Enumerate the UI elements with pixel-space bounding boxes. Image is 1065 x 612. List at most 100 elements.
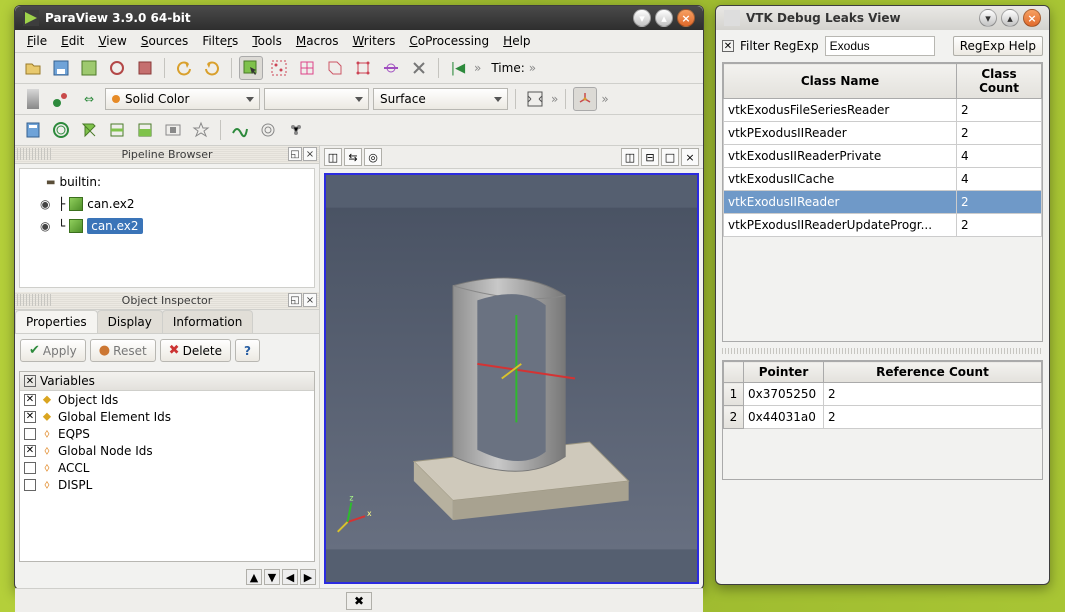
- view-options-button[interactable]: ◫: [324, 148, 342, 166]
- visibility-icon[interactable]: ◉: [40, 197, 54, 211]
- maximize-button[interactable]: ▴: [1001, 9, 1019, 27]
- variable-row[interactable]: ✕⬥Global Element Ids: [20, 408, 314, 425]
- builtin-node[interactable]: builtin:: [59, 175, 101, 189]
- select-mode-button[interactable]: [239, 56, 263, 80]
- split-v-button[interactable]: ⊟: [641, 148, 659, 166]
- var-checkbox[interactable]: [24, 462, 36, 474]
- variable-row[interactable]: ✕⬥Object Ids: [20, 391, 314, 408]
- scroll-up-button[interactable]: ▲: [246, 569, 262, 585]
- group-button[interactable]: [284, 118, 308, 142]
- select-block-button[interactable]: [351, 56, 375, 80]
- col-class-name[interactable]: Class Name: [724, 64, 957, 99]
- dock-close-icon[interactable]: ×: [303, 293, 317, 307]
- extract-button[interactable]: [161, 118, 185, 142]
- maximize-view-button[interactable]: □: [661, 148, 679, 166]
- class-row[interactable]: vtkPExodusIIReaderUpdateProgr...2: [724, 214, 1042, 237]
- component-combo[interactable]: [264, 88, 369, 110]
- class-row[interactable]: vtkExodusIIReader2: [724, 191, 1042, 214]
- variables-check-all[interactable]: ✕: [24, 375, 36, 387]
- first-frame-button[interactable]: |◀: [446, 56, 470, 80]
- dock-close-icon[interactable]: ×: [303, 147, 317, 161]
- object-inspector-header[interactable]: Object Inspector ◱×: [15, 292, 319, 310]
- dock-restore-icon[interactable]: ◱: [288, 147, 302, 161]
- regexp-help-button[interactable]: RegExp Help: [953, 36, 1043, 56]
- edit-color-button[interactable]: [49, 87, 73, 111]
- stream-button[interactable]: [228, 118, 252, 142]
- pipeline-item[interactable]: can.ex2: [87, 197, 134, 211]
- pointer-row[interactable]: 20x44031a02: [724, 406, 1042, 429]
- menu-help[interactable]: Help: [497, 32, 536, 50]
- pipeline-browser[interactable]: ▬builtin: ◉├can.ex2 ◉└can.ex2: [19, 168, 315, 288]
- col-pointer[interactable]: Pointer: [744, 362, 824, 383]
- view-camera-button[interactable]: ◎: [364, 148, 382, 166]
- save-button[interactable]: [49, 56, 73, 80]
- maximize-button[interactable]: ▴: [655, 9, 673, 27]
- close-view-button[interactable]: ×: [681, 148, 699, 166]
- colormap-button[interactable]: [21, 87, 45, 111]
- glyph-button[interactable]: [189, 118, 213, 142]
- reset-camera-button[interactable]: [523, 87, 547, 111]
- open-button[interactable]: [21, 56, 45, 80]
- menu-tools[interactable]: Tools: [246, 32, 288, 50]
- slice-button[interactable]: [105, 118, 129, 142]
- scroll-down-button[interactable]: ▼: [264, 569, 280, 585]
- variable-row[interactable]: ⬨DISPL: [20, 476, 314, 493]
- close-button[interactable]: ×: [677, 9, 695, 27]
- var-checkbox[interactable]: ✕: [24, 394, 36, 406]
- representation-combo[interactable]: Surface: [373, 88, 508, 110]
- pointers-table[interactable]: Pointer Reference Count 10x3705250220x44…: [722, 360, 1043, 480]
- scroll-right-button[interactable]: ▶: [300, 569, 316, 585]
- col-class-count[interactable]: Class Count: [957, 64, 1042, 99]
- disconnect-button[interactable]: [133, 56, 157, 80]
- render-view[interactable]: x z: [324, 173, 699, 584]
- menu-writers[interactable]: Writers: [346, 32, 401, 50]
- menu-edit[interactable]: Edit: [55, 32, 90, 50]
- pipeline-browser-header[interactable]: Pipeline Browser ◱×: [15, 146, 319, 164]
- menu-filters[interactable]: Filters: [196, 32, 244, 50]
- tab-display[interactable]: Display: [97, 310, 163, 333]
- close-button[interactable]: ×: [1023, 9, 1041, 27]
- var-checkbox[interactable]: [24, 428, 36, 440]
- menu-macros[interactable]: Macros: [290, 32, 345, 50]
- reset-button[interactable]: ●Reset: [90, 339, 156, 362]
- tab-information[interactable]: Information: [162, 310, 253, 333]
- menu-file[interactable]: File: [21, 32, 53, 50]
- variable-row[interactable]: ⬨EQPS: [20, 425, 314, 442]
- select-thru-button[interactable]: [379, 56, 403, 80]
- class-row[interactable]: vtkExodusIICache4: [724, 168, 1042, 191]
- dock-restore-icon[interactable]: ◱: [288, 293, 302, 307]
- filter-checkbox[interactable]: ✕: [722, 40, 734, 52]
- calculator-button[interactable]: [21, 118, 45, 142]
- warp-button[interactable]: [256, 118, 280, 142]
- variable-row[interactable]: ⬨ACCL: [20, 459, 314, 476]
- clip-button[interactable]: [77, 118, 101, 142]
- contour-button[interactable]: [49, 118, 73, 142]
- cancel-button[interactable]: ✖: [346, 592, 372, 610]
- classes-table[interactable]: Class Name Class Count vtkExodusFileSeri…: [722, 62, 1043, 342]
- minimize-button[interactable]: ▾: [633, 9, 651, 27]
- axes-button[interactable]: [573, 87, 597, 111]
- minimize-button[interactable]: ▾: [979, 9, 997, 27]
- vtk-titlebar[interactable]: VTK Debug Leaks View ▾ ▴ ×: [716, 6, 1049, 30]
- threshold-button[interactable]: [133, 118, 157, 142]
- pipeline-item-selected[interactable]: can.ex2: [87, 218, 142, 234]
- var-checkbox[interactable]: ✕: [24, 411, 36, 423]
- connect-button[interactable]: [105, 56, 129, 80]
- menu-view[interactable]: View: [92, 32, 132, 50]
- color-by-combo[interactable]: Solid Color: [105, 88, 260, 110]
- view-link-button[interactable]: ⇆: [344, 148, 362, 166]
- undo-button[interactable]: [172, 56, 196, 80]
- save-data-button[interactable]: [77, 56, 101, 80]
- filter-input[interactable]: [825, 36, 935, 56]
- class-row[interactable]: vtkExodusIIReaderPrivate4: [724, 145, 1042, 168]
- redo-button[interactable]: [200, 56, 224, 80]
- select-cells-button[interactable]: [295, 56, 319, 80]
- select-points-button[interactable]: [267, 56, 291, 80]
- pointer-row[interactable]: 10x37052502: [724, 383, 1042, 406]
- help-button[interactable]: ?: [235, 339, 260, 362]
- splitter[interactable]: [722, 348, 1043, 354]
- paraview-titlebar[interactable]: ParaView 3.9.0 64-bit ▾ ▴ ×: [15, 6, 703, 30]
- class-row[interactable]: vtkPExodusIIReader2: [724, 122, 1042, 145]
- col-refcount[interactable]: Reference Count: [824, 362, 1042, 383]
- visibility-icon[interactable]: ◉: [40, 219, 54, 233]
